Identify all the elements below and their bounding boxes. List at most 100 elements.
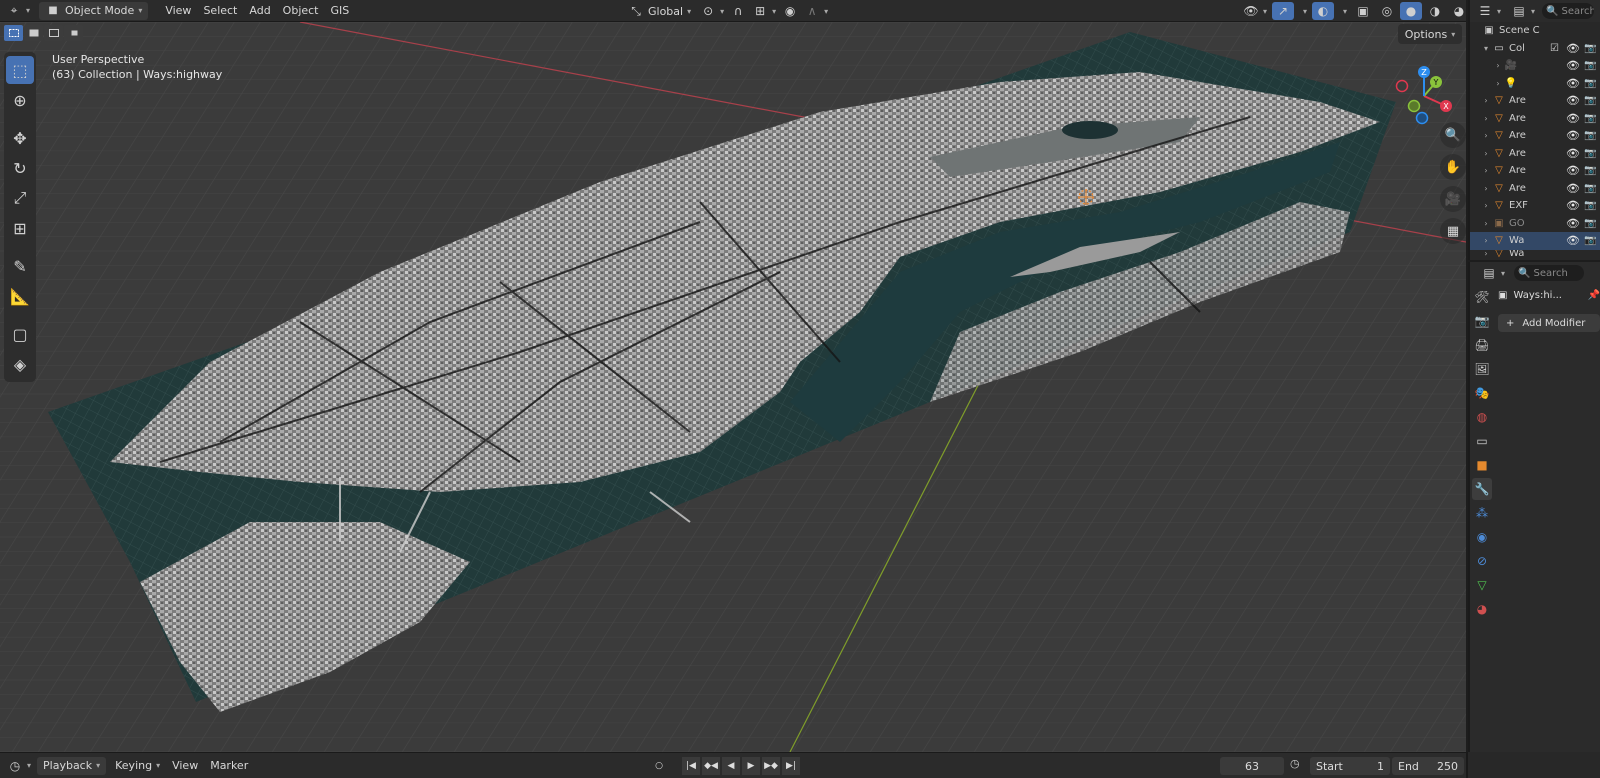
render-camera-icon[interactable]: 📷 <box>1584 165 1596 176</box>
outliner-row-collection[interactable]: ▾ ▭ Coll ☑ 👁 📷 <box>1470 40 1600 58</box>
outliner-row-light[interactable]: › 💡 👁 📷 <box>1470 75 1600 93</box>
tab-tool[interactable]: 🛠 <box>1472 286 1492 308</box>
eye-icon[interactable]: 👁 <box>1566 182 1580 195</box>
tab-view-layer[interactable]: 🖼 <box>1472 358 1492 380</box>
clock-icon[interactable]: ◷ <box>1290 757 1300 770</box>
marker-menu[interactable]: Marker <box>204 757 254 775</box>
tab-collection[interactable]: ▭ <box>1472 430 1492 452</box>
start-frame-field[interactable]: Start 1 <box>1310 757 1390 775</box>
jump-end-button[interactable]: ▶| <box>782 757 800 775</box>
outliner-row-mesh[interactable]: › ▽ Are 👁 📷 <box>1470 92 1600 110</box>
eye-icon[interactable]: 👁 <box>1566 199 1580 212</box>
proportional-edit-toggle[interactable]: ◉ <box>779 2 801 20</box>
eye-icon[interactable]: 👁 <box>1566 164 1580 177</box>
current-frame-field[interactable]: 63 <box>1220 757 1284 775</box>
rotate-tool[interactable]: ↻ <box>6 154 34 182</box>
outliner-editor-button[interactable]: ☰ ▾ <box>1474 2 1504 20</box>
prev-keyframe-button[interactable]: ◆◀ <box>702 757 720 775</box>
select-new-icon[interactable] <box>4 25 23 41</box>
add-cube-tool[interactable]: ▢ <box>6 320 34 348</box>
render-camera-icon[interactable]: 📷 <box>1584 130 1596 141</box>
render-camera-icon[interactable]: 📷 <box>1584 148 1596 159</box>
render-camera-icon[interactable]: 📷 <box>1584 43 1596 54</box>
tab-object[interactable]: ■ <box>1472 454 1492 476</box>
transform-tool[interactable]: ⊞ <box>6 214 34 242</box>
render-camera-icon[interactable]: 📷 <box>1584 78 1596 89</box>
add-mesh-tool[interactable]: ◈ <box>6 350 34 378</box>
tab-modifiers[interactable]: 🔧 <box>1472 478 1492 500</box>
render-camera-icon[interactable]: 📷 <box>1584 200 1596 211</box>
snap-toggle[interactable]: ∩ <box>727 2 749 20</box>
overlays-toggle[interactable]: ◐ <box>1312 2 1335 20</box>
pan-button[interactable]: ✋ <box>1440 154 1466 180</box>
menu-object[interactable]: Object <box>277 2 325 20</box>
scale-tool[interactable]: ⤢ <box>6 184 34 212</box>
eye-icon[interactable]: 👁 <box>1566 77 1580 90</box>
display-mode-button[interactable]: ▤ ▾ <box>1508 2 1538 20</box>
menu-add[interactable]: Add <box>243 2 276 20</box>
transform-orientation-dropdown[interactable]: ⤡ Global ▾ <box>622 2 697 20</box>
outliner-search[interactable]: 🔍 Search <box>1542 3 1595 19</box>
eye-icon[interactable]: 👁 <box>1566 234 1580 247</box>
xray-toggle[interactable]: ▣ <box>1352 2 1374 20</box>
outliner-row-mesh[interactable]: › ▽ Are 👁 📷 <box>1470 162 1600 180</box>
eye-icon[interactable]: 👁 <box>1566 147 1580 160</box>
visibility-filter-button[interactable]: 👁 ▾ <box>1240 2 1270 20</box>
tab-output[interactable]: 🖨 <box>1472 334 1492 356</box>
options-dropdown[interactable]: Options ▾ <box>1398 24 1462 44</box>
zoom-button[interactable]: 🔍 <box>1440 122 1466 148</box>
render-camera-icon[interactable]: 📷 <box>1584 60 1596 71</box>
properties-search[interactable]: 🔍 Search <box>1514 265 1585 281</box>
exclude-checkbox[interactable]: ☑ <box>1550 43 1559 54</box>
gizmo-dropdown[interactable]: ▾ <box>1296 2 1310 20</box>
outliner-row-mesh[interactable]: › ▽ Are 👁 📷 <box>1470 127 1600 145</box>
tab-data[interactable]: ▽ <box>1472 574 1492 596</box>
select-intersect-icon[interactable] <box>64 25 83 41</box>
select-subtract-icon[interactable] <box>44 25 63 41</box>
eye-icon[interactable]: 👁 <box>1566 94 1580 107</box>
tab-particles[interactable]: ⁂ <box>1472 502 1492 524</box>
shading-wireframe[interactable]: ◎ <box>1376 2 1398 20</box>
cursor-tool[interactable]: ⊕ <box>6 86 34 114</box>
mode-dropdown[interactable]: ■ Object Mode ▾ <box>39 1 149 20</box>
add-modifier-button[interactable]: + Add Modifier <box>1498 314 1600 332</box>
pin-icon[interactable]: 📌 <box>1588 290 1600 301</box>
falloff-button[interactable]: ∧ ▾ <box>801 2 831 20</box>
move-tool[interactable]: ✥ <box>6 124 34 152</box>
keying-menu[interactable]: Keying ▾ <box>109 757 166 775</box>
eye-icon[interactable]: 👁 <box>1566 59 1580 72</box>
playback-menu[interactable]: Playback ▾ <box>37 756 107 775</box>
play-reverse-button[interactable]: ◀ <box>722 757 740 775</box>
outliner-row-mesh[interactable]: › ▽ Are 👁 📷 <box>1470 145 1600 163</box>
gizmo-toggle[interactable]: ↗ <box>1272 2 1295 20</box>
scene-collection-row[interactable]: ▣ Scene C <box>1470 22 1600 40</box>
timeline-view-menu[interactable]: View <box>166 757 204 775</box>
annotate-tool[interactable]: ✎ <box>6 252 34 280</box>
menu-gis[interactable]: GIS <box>325 2 356 20</box>
tab-physics[interactable]: ◉ <box>1472 526 1492 548</box>
eye-icon[interactable]: 👁 <box>1566 129 1580 142</box>
menu-view[interactable]: View <box>159 2 197 20</box>
tab-constraints[interactable]: ⊘ <box>1472 550 1492 572</box>
outliner-row-mesh[interactable]: › ▽ Wa <box>1470 250 1600 258</box>
snap-target-button[interactable]: ⊞ ▾ <box>749 2 779 20</box>
properties-editor-button[interactable]: ▤ ▾ <box>1478 264 1508 282</box>
tab-material[interactable]: ◕ <box>1472 598 1492 620</box>
outliner-row-mesh[interactable]: › ▽ Are 👁 📷 <box>1470 180 1600 198</box>
outliner-row-mesh[interactable]: › ▽ EXF 👁 📷 <box>1470 197 1600 215</box>
select-box-tool[interactable]: ⬚ <box>6 56 34 84</box>
render-camera-icon[interactable]: 📷 <box>1584 113 1596 124</box>
editor-type-button[interactable]: ⌖ ▾ <box>0 2 36 20</box>
render-camera-icon[interactable]: 📷 <box>1584 183 1596 194</box>
overlays-dropdown[interactable]: ▾ <box>1336 2 1350 20</box>
next-keyframe-button[interactable]: ▶◆ <box>762 757 780 775</box>
autokey-toggle[interactable]: ○ <box>650 757 668 775</box>
measure-tool[interactable]: 📐 <box>6 282 34 310</box>
jump-start-button[interactable]: |◀ <box>682 757 700 775</box>
play-button[interactable]: ▶ <box>742 757 760 775</box>
outliner-row-mesh[interactable]: › ▽ Wa 👁 📷 <box>1470 232 1600 250</box>
timeline-editor-button[interactable]: ◷ ▾ <box>4 757 34 775</box>
tab-scene[interactable]: 🎭 <box>1472 382 1492 404</box>
pivot-point-button[interactable]: ⊙ ▾ <box>697 2 727 20</box>
ortho-toggle-button[interactable]: ▦ <box>1440 218 1466 244</box>
